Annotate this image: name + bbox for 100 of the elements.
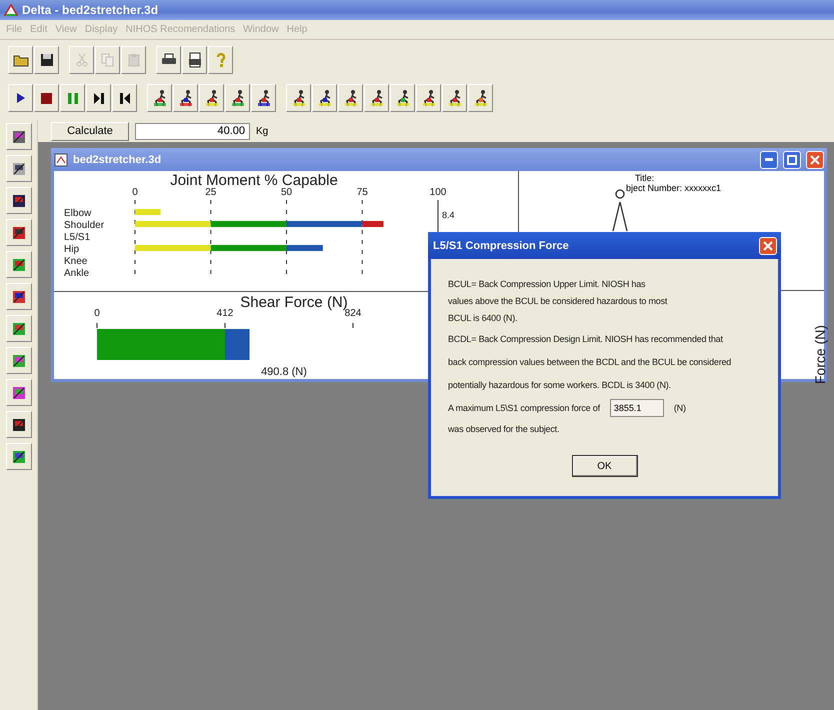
tool-icon bbox=[10, 320, 26, 336]
calculate-button[interactable]: Calculate bbox=[51, 122, 129, 140]
tool-icon bbox=[10, 384, 26, 400]
maximize-icon bbox=[787, 154, 797, 164]
dialog-text: BCDL= Back Compression Design Limit. NIOSH has recommended that bbox=[448, 334, 723, 344]
help-icon bbox=[216, 52, 226, 68]
document-preview-icon bbox=[188, 52, 202, 68]
stop-icon bbox=[41, 92, 52, 104]
posture-button[interactable] bbox=[442, 84, 467, 112]
ok-button[interactable]: OK bbox=[572, 455, 638, 477]
tool-button[interactable] bbox=[6, 219, 32, 246]
playback-button[interactable] bbox=[34, 84, 59, 112]
triangle-logo-icon bbox=[4, 4, 18, 16]
posture-button[interactable] bbox=[468, 84, 493, 112]
tool-button[interactable] bbox=[6, 155, 32, 182]
dialog-text: back compression values between the BCDL and the BCUL be considered bbox=[448, 357, 732, 367]
toolbar-button[interactable] bbox=[182, 46, 207, 74]
posture-button[interactable] bbox=[173, 84, 198, 112]
minimize-button[interactable] bbox=[760, 150, 778, 168]
play-icon bbox=[16, 92, 26, 104]
printer-icon bbox=[160, 53, 176, 67]
posture-button[interactable] bbox=[338, 84, 363, 112]
bar-segment bbox=[135, 209, 160, 215]
figure-icon bbox=[446, 89, 462, 107]
tick-label: 25 bbox=[205, 187, 216, 198]
tool-button[interactable] bbox=[6, 379, 32, 406]
tool-button[interactable] bbox=[6, 187, 32, 214]
pause-icon bbox=[68, 92, 78, 104]
document-title: bed2stretcher.3d bbox=[73, 154, 162, 166]
posture-button[interactable] bbox=[251, 84, 276, 112]
dialog-text: BCUL is 6400 (N). bbox=[448, 313, 518, 323]
tool-button[interactable] bbox=[6, 251, 32, 278]
tick-label: 100 bbox=[430, 187, 446, 198]
posture-button[interactable] bbox=[364, 84, 389, 112]
dialog-text: A maximum L5\S1 compression force of bbox=[448, 403, 600, 413]
figure-icon bbox=[230, 89, 246, 107]
toolbar-button[interactable] bbox=[8, 46, 33, 74]
posture-button[interactable] bbox=[147, 84, 172, 112]
tool-button[interactable] bbox=[6, 283, 32, 310]
tick-label: 824 bbox=[344, 308, 362, 319]
posture-button[interactable] bbox=[199, 84, 224, 112]
unit-label: (N) bbox=[674, 403, 686, 413]
total-label: 490.8 (N) bbox=[261, 366, 307, 378]
figure-icon bbox=[204, 89, 220, 107]
chart-title: Joint Moment % Capable bbox=[170, 172, 338, 189]
figure-icon bbox=[342, 89, 358, 107]
scissors-icon bbox=[76, 53, 88, 67]
value-label: 8.4 bbox=[442, 210, 455, 220]
maximize-button[interactable] bbox=[783, 150, 801, 168]
figure-icon bbox=[152, 89, 168, 107]
toolbar-button[interactable] bbox=[34, 46, 59, 74]
posture-button[interactable] bbox=[312, 84, 337, 112]
joint-label: Knee bbox=[64, 256, 88, 267]
weight-field[interactable]: 40.00 bbox=[135, 122, 250, 140]
tool-button[interactable] bbox=[6, 443, 32, 470]
close-button[interactable] bbox=[759, 236, 777, 254]
subject-number: bject Number: xxxxxxc1 bbox=[626, 183, 722, 193]
tool-button[interactable] bbox=[6, 315, 32, 342]
toolbar-button[interactable] bbox=[156, 46, 181, 74]
playback-button[interactable] bbox=[86, 84, 111, 112]
figure-icon bbox=[290, 89, 306, 107]
joint-label: Shoulder bbox=[64, 220, 104, 231]
figure-icon bbox=[256, 89, 272, 107]
copy-icon bbox=[100, 53, 114, 67]
posture-button[interactable] bbox=[225, 84, 250, 112]
tool-icon bbox=[10, 256, 26, 272]
posture-button[interactable] bbox=[390, 84, 415, 112]
dialog-text: potentially hazardous for some workers. BCDL is 3400 (N). bbox=[448, 380, 671, 390]
title-label: Title: bbox=[635, 173, 654, 183]
playback-button[interactable] bbox=[112, 84, 137, 112]
tool-icon bbox=[10, 288, 26, 304]
figure-icon bbox=[316, 89, 332, 107]
posture-button[interactable] bbox=[286, 84, 311, 112]
joint-label: Ankle bbox=[64, 268, 90, 279]
tool-icon bbox=[10, 160, 26, 176]
axis-label: Force (N) bbox=[812, 325, 828, 384]
skip-start-icon bbox=[120, 92, 130, 104]
posture-button[interactable] bbox=[416, 84, 441, 112]
figure-icon bbox=[472, 89, 488, 107]
figure-icon bbox=[178, 89, 194, 107]
dialog-title: L5/S1 Compression Force bbox=[433, 240, 569, 252]
result-field[interactable]: 3855.1 bbox=[610, 399, 664, 417]
minimize-icon bbox=[765, 158, 773, 161]
tool-icon bbox=[10, 192, 26, 208]
tick-label: 0 bbox=[132, 187, 138, 198]
unit-label: Kg bbox=[256, 126, 268, 136]
close-button[interactable] bbox=[806, 150, 824, 168]
close-icon bbox=[763, 240, 773, 250]
dialog-text: BCUL= Back Compression Upper Limit. NIOSH has bbox=[448, 279, 646, 289]
playback-button[interactable] bbox=[8, 84, 33, 112]
tick-label: 0 bbox=[94, 308, 100, 319]
tool-button[interactable] bbox=[6, 123, 32, 150]
tool-button[interactable] bbox=[6, 347, 32, 374]
tick-label: 412 bbox=[216, 308, 234, 319]
figure-icon bbox=[368, 89, 384, 107]
chart-title: Shear Force (N) bbox=[240, 294, 348, 311]
tool-icon bbox=[10, 448, 26, 464]
tool-icon bbox=[10, 224, 26, 240]
tool-icon bbox=[10, 416, 26, 432]
tool-button[interactable] bbox=[6, 411, 32, 438]
